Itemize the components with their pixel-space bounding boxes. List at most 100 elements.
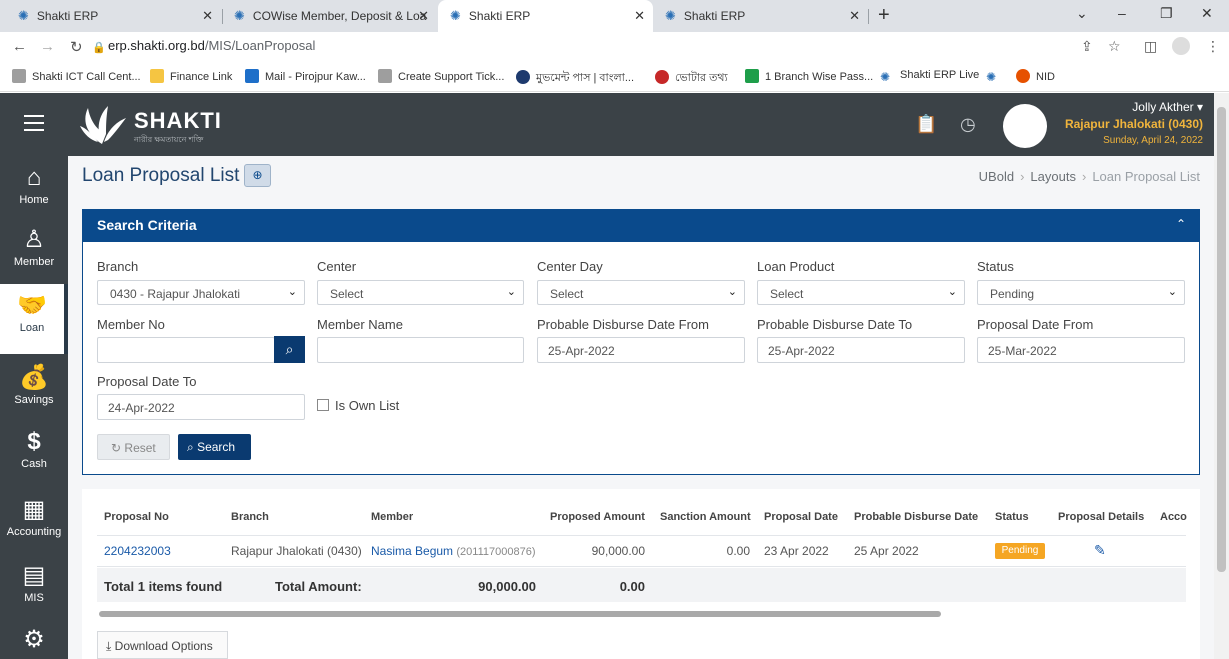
user-name[interactable]: Jolly Akther ▾ [1132, 100, 1203, 114]
proposal-to-input[interactable]: 24-Apr-2022 [97, 394, 305, 420]
sidebar-item-settings[interactable]: ⚙ [0, 626, 68, 659]
tab-title: COWise Member, Deposit & Loa [252, 9, 427, 23]
sheet-icon [745, 69, 759, 83]
lock-icon[interactable]: 🔒 [92, 41, 106, 54]
plus-circle-icon: ⊕ [252, 168, 263, 182]
collapse-chevron-up-icon[interactable]: ⌃ [1176, 217, 1186, 231]
chevron-down-icon: ⌄ [506, 286, 516, 298]
center-day-select[interactable]: Select ⌄ [537, 280, 745, 305]
users-settings-icon: ⚙ [23, 626, 45, 653]
bookmark-item[interactable]: NID [1016, 69, 1055, 83]
bookmark-item[interactable]: ভোটার তথ্য [655, 69, 728, 88]
vertical-scrollbar-thumb[interactable] [1217, 107, 1226, 572]
sidepanel-icon[interactable]: ◫ [1144, 38, 1157, 55]
sidebar-item-cash[interactable]: $ Cash [0, 428, 68, 478]
download-options-button[interactable]: ⤓ Download Options [97, 631, 228, 659]
url-field[interactable]: erp.shakti.org.bd/MIS/LoanProposal [108, 38, 315, 53]
browser-tab-active[interactable]: ✺ Shakti ERP ✕ [438, 0, 653, 32]
reset-button[interactable]: ↻ Reset [97, 434, 170, 460]
page-title: Loan Proposal List [82, 165, 240, 186]
shakti-favicon-icon: ✺ [986, 70, 997, 84]
bookmark-item[interactable]: Shakti ICT Call Cent... [12, 69, 141, 83]
browser-tab[interactable]: ✺ Shakti ERP ✕ [653, 0, 868, 32]
breadcrumb: UBold › Layouts › Loan Proposal List [978, 169, 1200, 184]
tab-title: Shakti ERP [468, 9, 531, 23]
column-header: Proposal No [104, 511, 169, 523]
disburse-to-label: Probable Disburse Date To [757, 317, 913, 332]
proposal-no-link[interactable]: 2204232003 [104, 544, 171, 558]
browser-tab[interactable]: ✺ COWise Member, Deposit & Loa ✕ [222, 0, 437, 32]
column-header: Status [995, 511, 1029, 523]
profile-icon[interactable] [1172, 37, 1190, 55]
minimize-icon[interactable]: – [1118, 5, 1126, 21]
bookmark-item[interactable]: Finance Link [150, 69, 232, 83]
sidebar-item-loan[interactable]: 🤝 Loan [0, 284, 68, 354]
loan-product-select[interactable]: Select ⌄ [757, 280, 965, 305]
new-tab-icon[interactable]: + [878, 4, 890, 27]
bookmark-item[interactable]: মুভমেন্ট পাস | বাংলা... [516, 69, 634, 88]
edit-icon[interactable]: ✎ [1094, 542, 1106, 559]
handshake-icon: 🤝 [17, 292, 47, 319]
member-no-input[interactable] [97, 337, 275, 363]
logo-text: SHAKTI [134, 108, 222, 133]
member-cell[interactable]: Nasima Begum (201117000876) [371, 544, 535, 558]
share-icon[interactable]: ⇪ [1081, 38, 1093, 55]
sidebar-item-home[interactable]: ⌂ Home [0, 164, 68, 214]
branch-label: Branch [97, 259, 139, 274]
clipboard-icon[interactable]: 📋 [915, 114, 937, 135]
sidebar-item-accounting[interactable]: ▦ Accounting [0, 496, 68, 546]
download-icon: ⤓ [106, 639, 112, 653]
tab-title: Shakti ERP [36, 9, 99, 23]
close-window-icon[interactable]: ✕ [1201, 5, 1213, 22]
bookmark-icon [12, 69, 26, 83]
member-name-input[interactable] [317, 337, 524, 363]
column-header: Probable Disburse Date [854, 511, 979, 523]
center-select[interactable]: Select ⌄ [317, 280, 524, 305]
tab-search-icon[interactable]: ⌄ [1076, 5, 1088, 22]
restore-icon[interactable]: ❐ [1160, 5, 1173, 22]
status-select[interactable]: Pending ⌄ [977, 280, 1185, 305]
search-button[interactable]: ⌕ Search [178, 434, 251, 460]
own-list-checkbox[interactable] [317, 399, 329, 411]
back-icon[interactable]: ← [12, 38, 27, 55]
column-header: Branch [231, 511, 269, 523]
avatar[interactable] [1003, 104, 1047, 148]
bookmark-item[interactable]: 1 Branch Wise Pass... [745, 69, 873, 83]
menu-icon[interactable]: ⋮ [1206, 38, 1220, 55]
column-header: Proposal Details [1058, 511, 1145, 523]
breadcrumb-item[interactable]: UBold [979, 169, 1014, 184]
bookmark-item[interactable]: Create Support Tick... [378, 69, 504, 83]
close-icon[interactable]: ✕ [849, 8, 860, 24]
search-icon: ⌕ [285, 341, 294, 357]
status-badge: Pending [995, 543, 1045, 559]
column-header: Acco [1160, 511, 1187, 523]
star-icon[interactable]: ☆ [1108, 38, 1121, 55]
browser-tab[interactable]: ✺ Shakti ERP ✕ [6, 0, 221, 32]
reload-icon[interactable]: ↻ [70, 38, 83, 56]
close-icon[interactable]: ✕ [202, 8, 213, 24]
forward-icon[interactable]: → [40, 38, 55, 55]
nid-icon [1016, 69, 1030, 83]
bookmark-item[interactable]: ✺ Shakti ERP Live [880, 69, 979, 84]
hamburger-menu-icon[interactable] [24, 115, 44, 131]
sidebar-item-savings[interactable]: 💰 Savings [0, 364, 68, 414]
chevron-down-icon: ⌄ [947, 286, 957, 298]
disburse-from-input[interactable]: 25-Apr-2022 [537, 337, 745, 363]
clock-icon[interactable]: ◷ [960, 114, 976, 135]
breadcrumb-item[interactable]: Layouts [1030, 169, 1076, 184]
member-search-button[interactable]: ⌕ [274, 336, 305, 363]
proposal-from-input[interactable]: 25-Mar-2022 [977, 337, 1185, 363]
add-proposal-button[interactable]: ⊕ [244, 164, 271, 187]
sidebar-item-mis[interactable]: ▤ MIS [0, 562, 68, 612]
close-icon[interactable]: ✕ [418, 8, 429, 24]
sidebar-item-member[interactable]: ♙ Member [0, 226, 68, 276]
bookmark-item[interactable]: ✺ [986, 69, 1006, 84]
disburse-to-input[interactable]: 25-Apr-2022 [757, 337, 965, 363]
logo-tagline: নারীর ক্ষমতায়নে শক্তি [134, 135, 204, 144]
bookmark-item[interactable]: Mail - Pirojpur Kaw... [245, 69, 366, 83]
close-icon[interactable]: ✕ [634, 8, 645, 24]
center-label: Center [317, 259, 357, 274]
column-header: Proposal Date [764, 511, 838, 523]
horizontal-scrollbar[interactable] [99, 611, 941, 617]
branch-select[interactable]: 0430 - Rajapur Jhalokati ⌄ [97, 280, 305, 305]
